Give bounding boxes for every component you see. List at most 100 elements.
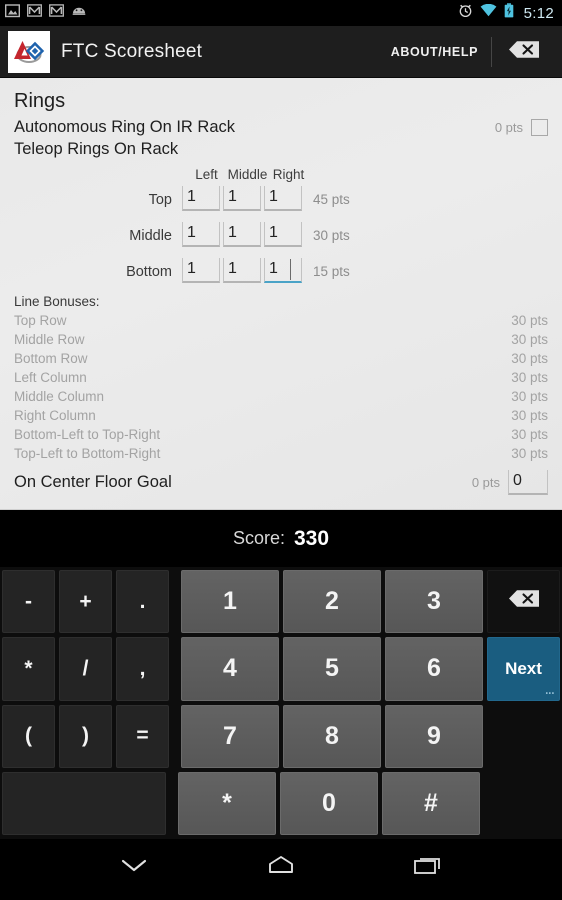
grid-value: 1 (187, 188, 196, 205)
status-bar: 5:12 (0, 0, 562, 26)
next-key[interactable]: Next ••• (487, 637, 560, 701)
keyboard-row-1: - + . 1 2 3 (2, 570, 560, 634)
grid-row-top: Top 1 1 1 45 pts (14, 186, 548, 211)
key-equals[interactable]: = (116, 704, 169, 768)
grid-input-top-right[interactable]: 1 (264, 186, 302, 211)
grid-value: 1 (269, 224, 278, 241)
center-floor-goal-label: On Center Floor Goal (14, 473, 172, 491)
score-value: 330 (293, 526, 330, 550)
key-1[interactable]: 1 (181, 570, 279, 634)
backspace-key[interactable] (487, 570, 560, 634)
line-bonus-row: Right Column 30 pts (14, 406, 548, 425)
keyboard-row-2: * / , 4 5 6 Next ••• (2, 637, 560, 701)
line-bonus-row: Left Column 30 pts (14, 368, 548, 387)
status-bar-system: 5:12 (458, 3, 554, 23)
autonomous-ring-label: Autonomous Ring On IR Rack (14, 118, 236, 136)
text-caret (289, 259, 291, 280)
grid-input-middle-left[interactable]: 1 (182, 222, 220, 247)
line-bonus-points: 30 pts (511, 332, 548, 347)
key-7[interactable]: 7 (181, 704, 279, 768)
line-bonus-points: 30 pts (511, 351, 548, 366)
line-bonus-name: Bottom Row (14, 351, 88, 366)
key-slash[interactable]: / (59, 637, 112, 701)
grid-value: 1 (269, 260, 278, 277)
autonomous-ring-row[interactable]: Autonomous Ring On IR Rack 0 pts (14, 118, 548, 137)
key-9[interactable]: 9 (385, 704, 483, 768)
about-help-button[interactable]: ABOUT/HELP (378, 45, 491, 59)
teleop-rings-label-row: Teleop Rings On Rack (14, 140, 548, 159)
key-6[interactable]: 6 (385, 637, 483, 701)
key-8[interactable]: 8 (283, 704, 381, 768)
status-bar-clock: 5:12 (523, 4, 554, 22)
key-plus[interactable]: + (59, 570, 112, 634)
grid-col-header-middle: Middle (227, 167, 268, 182)
ftc-logo (8, 30, 50, 73)
alarm-icon (458, 3, 473, 23)
android-icon (71, 4, 87, 22)
key-hash[interactable]: # (382, 771, 480, 835)
score-bar: Score: 330 (0, 510, 562, 567)
line-bonus-points: 30 pts (511, 408, 548, 423)
key-3[interactable]: 3 (385, 570, 483, 634)
device-screen: 5:12 FTC Scoresheet ABOUT/HELP Rings Aut… (0, 0, 562, 900)
home-icon (264, 854, 298, 881)
home-button[interactable] (246, 847, 316, 887)
line-bonus-points: 30 pts (511, 446, 548, 461)
key-4[interactable]: 4 (181, 637, 279, 701)
grid-input-top-middle[interactable]: 1 (223, 186, 261, 211)
key-space[interactable] (2, 771, 166, 835)
teleop-rings-label: Teleop Rings On Rack (14, 140, 179, 158)
grid-input-middle-right[interactable]: 1 (264, 222, 302, 247)
backspace-icon (508, 40, 540, 64)
grid-value: 1 (228, 188, 237, 205)
key-paren-open[interactable]: ( (2, 704, 55, 768)
key-2[interactable]: 2 (283, 570, 381, 634)
hide-keyboard-icon (117, 855, 151, 880)
recents-button[interactable] (393, 847, 463, 887)
grid-value: 1 (228, 260, 237, 277)
grid-input-top-left[interactable]: 1 (182, 186, 220, 211)
wifi-icon (480, 3, 497, 22)
key-0[interactable]: 0 (280, 771, 378, 835)
grid-row-label-middle: Middle (129, 228, 172, 244)
screenshot-icon (4, 3, 21, 23)
grid-value: 1 (269, 188, 278, 205)
grid-col-header-left: Left (195, 167, 218, 182)
numeric-keyboard: - + . 1 2 3 * / , 4 5 6 Next ••• () = 7… (0, 567, 562, 839)
next-key-label: Next (505, 658, 542, 678)
grid-input-bottom-right[interactable]: 1 (264, 258, 302, 283)
action-bar-actions: ABOUT/HELP (378, 26, 552, 77)
hide-keyboard-button[interactable] (99, 847, 169, 887)
app-title: FTC Scoresheet (61, 40, 203, 62)
recents-icon (412, 854, 444, 881)
grid-input-bottom-middle[interactable]: 1 (223, 258, 261, 283)
grid-input-middle-middle[interactable]: 1 (223, 222, 261, 247)
action-bar-backspace-button[interactable] (492, 40, 552, 64)
battery-charging-icon (504, 3, 514, 23)
grid-row-points-top: 45 pts (313, 192, 350, 207)
grid-row-middle: Middle 1 1 1 30 pts (14, 222, 548, 247)
autonomous-ring-checkbox[interactable] (531, 119, 548, 136)
line-bonus-points: 30 pts (511, 389, 548, 404)
center-floor-goal-row: On Center Floor Goal 0 pts 0 (14, 470, 548, 495)
key-paren-close[interactable]: ) (59, 704, 112, 768)
key-asterisk[interactable]: * (178, 771, 276, 835)
key-minus[interactable]: - (2, 570, 55, 634)
line-bonuses-title: Line Bonuses: (14, 294, 100, 309)
key-5[interactable]: 5 (283, 637, 381, 701)
system-nav-bar (0, 839, 562, 895)
line-bonus-name: Right Column (14, 408, 96, 423)
line-bonus-points: 30 pts (511, 370, 548, 385)
line-bonus-points: 30 pts (511, 427, 548, 442)
section-title-rings: Rings (14, 90, 66, 112)
key-period[interactable]: . (116, 570, 169, 634)
grid-input-bottom-left[interactable]: 1 (182, 258, 220, 283)
key-asterisk-left[interactable]: * (2, 637, 55, 701)
key-comma[interactable]: , (116, 637, 169, 701)
center-floor-goal-input[interactable]: 0 (508, 470, 548, 495)
line-bonus-row: Top-Left to Bottom-Right 30 pts (14, 444, 548, 463)
